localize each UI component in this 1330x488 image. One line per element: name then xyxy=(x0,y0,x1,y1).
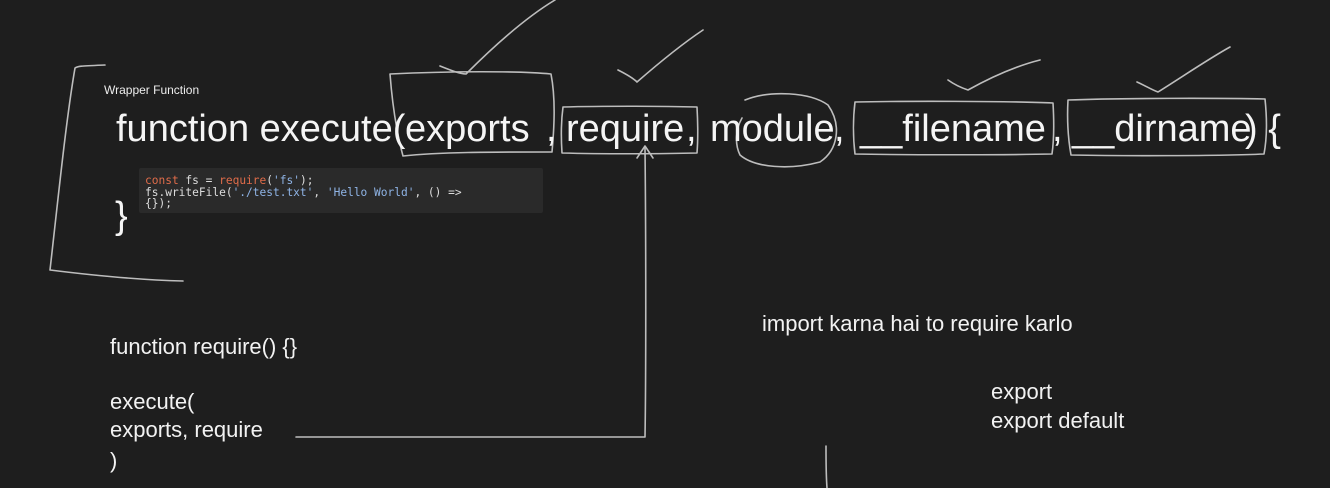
sep-1: , xyxy=(546,108,557,150)
signature-suffix: ) { xyxy=(1245,108,1281,150)
require-definition: function require() {} xyxy=(110,334,298,359)
code-snippet: const fs = require('fs'); fs.writeFile('… xyxy=(139,168,543,213)
signature-prefix: function execute( xyxy=(116,108,406,150)
closing-brace: } xyxy=(115,195,128,237)
code-line-3: {}); xyxy=(145,197,172,210)
execute-call-line-2: exports, require xyxy=(110,417,263,442)
code-line-2: fs.writeFile('./test.txt', 'Hello World'… xyxy=(145,185,543,199)
param-dirname: __dirname xyxy=(1072,108,1252,150)
execute-call-line-1: execute( xyxy=(110,389,195,414)
code-string: './test.txt' xyxy=(232,185,314,199)
execute-call-line-3: ) xyxy=(110,448,118,473)
stray-mark xyxy=(825,445,828,488)
code-text: , xyxy=(313,185,327,199)
annotation-layer xyxy=(49,0,1268,488)
param-exports: exports xyxy=(405,108,530,150)
param-module: module xyxy=(710,108,835,150)
import-note: import karna hai to require karlo xyxy=(762,311,1073,336)
sep-2: , xyxy=(686,108,697,150)
code-text: , () => xyxy=(414,185,462,199)
export-note-2: export default xyxy=(991,408,1125,433)
require-tick xyxy=(617,29,704,83)
sep-3: , xyxy=(834,108,845,150)
code-string: 'Hello World' xyxy=(326,185,415,199)
filename-tick xyxy=(947,59,1041,91)
exports-tick xyxy=(439,0,556,75)
param-filename: __filename xyxy=(860,108,1046,150)
sep-4: , xyxy=(1052,108,1063,150)
wrapper-function-label: Wrapper Function xyxy=(104,83,200,97)
dirname-tick xyxy=(1136,46,1231,93)
export-note-1: export xyxy=(991,379,1053,404)
param-require: require xyxy=(566,108,685,150)
